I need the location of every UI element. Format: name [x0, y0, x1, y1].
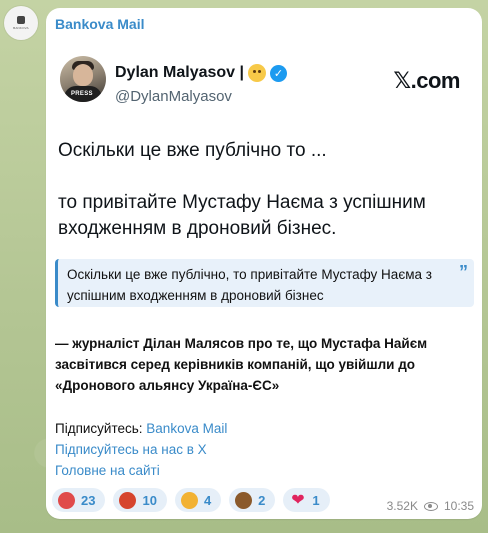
tweet-author-name: Dylan Malyasov | — [115, 64, 244, 81]
tweet-author-row: Dylan Malyasov | ✓ — [115, 64, 287, 82]
x-logo-icon: 𝕏 — [393, 69, 411, 94]
x-logo: 𝕏.com — [393, 68, 460, 94]
channel-name[interactable]: Bankova Mail — [55, 16, 144, 32]
reaction-count: 23 — [81, 492, 96, 508]
bankova-logo-icon — [17, 16, 25, 24]
reaction-count: 2 — [258, 492, 266, 508]
subscribe-channel-link[interactable]: Bankova Mail — [146, 421, 227, 436]
quote-icon: ” — [459, 262, 468, 282]
press-badge: PRESS — [71, 91, 93, 97]
message-bubble: Bankova Mail PRESS Dylan Malyasov | ✓ @D… — [46, 8, 482, 519]
subscribe-x-link[interactable]: Підписуйтесь на нас в X — [55, 439, 227, 460]
heart-icon: ❤ — [291, 492, 305, 509]
poop-icon — [235, 491, 253, 509]
message-links: Підписуйтесь: Bankova Mail Підписуйтесь … — [55, 418, 227, 481]
reaction-count: 4 — [203, 492, 212, 508]
reaction-heart[interactable]: ❤ 1 — [283, 488, 330, 512]
reaction-poop[interactable]: 2 — [229, 488, 276, 512]
eye-icon — [423, 501, 438, 511]
x-logo-suffix: .com — [410, 68, 461, 93]
reaction-count: 10 — [142, 492, 157, 508]
tweet-text-line1: Оскільки це вже публічно то ... — [58, 140, 327, 161]
reaction-exploding-head[interactable]: 4 — [174, 488, 222, 512]
tweet-screenshot[interactable]: PRESS Dylan Malyasov | ✓ @DylanMalyasov … — [50, 48, 474, 256]
angry-face-icon — [119, 491, 137, 509]
reaction-angry[interactable]: 10 — [113, 488, 167, 512]
verified-badge-icon: ✓ — [269, 64, 287, 82]
site-main-link[interactable]: Головне на сайті — [55, 460, 227, 481]
message-meta: 3.52K 10:35 — [387, 499, 474, 513]
tweet-author-avatar: PRESS — [60, 56, 106, 102]
reactions-bar: 23 10 4 2 ❤ 1 — [52, 488, 330, 512]
exploding-head-icon — [180, 491, 198, 509]
reaction-count: 1 — [312, 492, 320, 508]
reaction-clown[interactable]: 23 — [52, 488, 106, 512]
tweet-text-line2: то привітайте Мустафу Наєма з успішним в… — [58, 192, 426, 239]
channel-avatar-text: BANKOVA — [13, 26, 29, 30]
message-time: 10:35 — [443, 499, 474, 513]
blockquote-text: Оскільки це вже публічно, то привітайте … — [67, 267, 432, 303]
subscribe-line: Підписуйтесь: Bankova Mail — [55, 418, 227, 439]
tweet-author-handle: @DylanMalyasov — [115, 88, 232, 105]
view-count: 3.52K — [386, 499, 418, 513]
message-body-text: — журналіст Ділан Малясов про те, що Мус… — [55, 336, 428, 393]
clown-icon — [58, 491, 75, 509]
blockquote: Оскільки це вже публічно, то привітайте … — [55, 259, 474, 307]
channel-avatar[interactable]: BANKOVA — [4, 6, 38, 40]
avatar-head — [73, 64, 93, 86]
thinking-face-icon — [247, 64, 266, 82]
subscribe-prefix: Підписуйтесь: — [55, 421, 147, 436]
